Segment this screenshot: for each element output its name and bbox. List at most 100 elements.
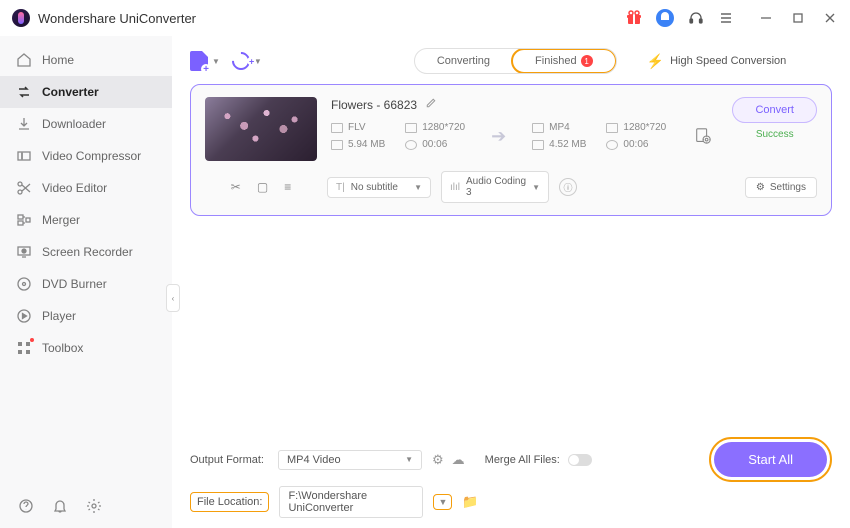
maximize-button[interactable]: [790, 10, 806, 26]
trim-icon[interactable]: ✂: [231, 180, 241, 194]
src-size: 5.94 MB: [331, 139, 385, 150]
nav-editor[interactable]: Video Editor: [0, 172, 172, 204]
app-title: Wondershare UniConverter: [38, 11, 196, 26]
location-dropdown-button[interactable]: ▼: [433, 494, 452, 510]
clock-icon: [606, 140, 618, 150]
high-speed-toggle[interactable]: ⚡High Speed Conversion: [647, 53, 787, 70]
bolt-icon: ⚡: [647, 53, 664, 70]
format-icon: [532, 123, 544, 133]
info-icon[interactable]: ⓘ: [559, 178, 577, 196]
src-duration: 00:06: [405, 139, 465, 150]
nav-label: Merger: [42, 213, 80, 227]
nav-label: Downloader: [42, 117, 106, 131]
chevron-down-icon: ▼: [212, 57, 220, 66]
tab-converting[interactable]: Converting: [415, 49, 512, 73]
status-text: Success: [756, 129, 794, 140]
size-icon: [331, 140, 343, 150]
video-thumbnail[interactable]: [205, 97, 317, 161]
file-name: Flowers - 66823: [331, 98, 417, 112]
output-format-label: Output Format:: [190, 454, 268, 466]
nav-label: Toolbox: [42, 341, 83, 355]
app-logo-icon: [12, 9, 30, 27]
dst-size: 4.52 MB: [532, 139, 586, 150]
nav-player[interactable]: Player: [0, 300, 172, 332]
nav-label: Video Compressor: [42, 149, 141, 163]
more-icon[interactable]: ≡: [284, 180, 291, 194]
nav-label: Video Editor: [42, 181, 107, 195]
settings-icon[interactable]: [86, 498, 102, 514]
merge-toggle[interactable]: [568, 454, 592, 466]
cloud-icon[interactable]: ☁: [452, 452, 465, 468]
convert-button[interactable]: Convert: [732, 97, 817, 123]
close-button[interactable]: [822, 10, 838, 26]
nav-recorder[interactable]: Screen Recorder: [0, 236, 172, 268]
format-icon: [331, 123, 343, 133]
record-icon: [16, 244, 32, 260]
nav-toolbox[interactable]: Toolbox: [0, 332, 172, 364]
nav-dvd[interactable]: DVD Burner: [0, 268, 172, 300]
merge-icon: [16, 212, 32, 228]
start-all-button[interactable]: Start All: [714, 442, 827, 477]
clock-icon: [405, 140, 417, 150]
dst-duration: 00:06: [606, 139, 666, 150]
file-location-input[interactable]: F:\Wondershare UniConverter: [279, 486, 423, 518]
res-icon: [606, 123, 618, 133]
scissors-icon: [16, 180, 32, 196]
nav-label: DVD Burner: [42, 277, 107, 291]
home-icon: [16, 52, 32, 68]
add-file-button[interactable]: ▼: [190, 51, 220, 71]
output-config-icon[interactable]: [694, 127, 712, 145]
support-icon[interactable]: [688, 10, 704, 26]
size-icon: [532, 140, 544, 150]
add-file-icon: [190, 51, 208, 71]
add-url-icon: [228, 48, 253, 73]
edit-name-icon[interactable]: [425, 97, 437, 112]
grid-icon: [16, 340, 32, 356]
file-title-row: Flowers - 66823: [331, 97, 718, 112]
nav-label: Home: [42, 53, 74, 67]
main-panel: ▼ ▼ Converting Finished1 ⚡High Speed Con…: [172, 36, 850, 528]
dst-resolution: 1280*720: [606, 122, 666, 133]
res-icon: [405, 123, 417, 133]
minimize-button[interactable]: [758, 10, 774, 26]
crop-icon[interactable]: ▢: [257, 180, 268, 194]
titlebar: Wondershare UniConverter: [0, 0, 850, 36]
nav-downloader[interactable]: Downloader: [0, 108, 172, 140]
finished-count-badge: 1: [581, 55, 593, 67]
nav-label: Player: [42, 309, 76, 323]
menu-icon[interactable]: [718, 10, 734, 26]
notification-icon[interactable]: [52, 498, 68, 514]
nav-label: Converter: [42, 85, 99, 99]
nav-home[interactable]: Home: [0, 44, 172, 76]
add-url-button[interactable]: ▼: [232, 52, 262, 70]
collapse-sidebar-button[interactable]: ‹: [166, 284, 180, 312]
dvd-icon: [16, 276, 32, 292]
converter-icon: [16, 84, 32, 100]
arrow-icon: ➔: [491, 126, 506, 147]
gear-icon: ⚙: [756, 182, 765, 193]
download-icon: [16, 116, 32, 132]
gift-icon[interactable]: [626, 10, 642, 26]
subtitle-dropdown[interactable]: T|No subtitle▼: [327, 177, 431, 198]
nav-compressor[interactable]: Video Compressor: [0, 140, 172, 172]
tab-finished[interactable]: Finished1: [511, 48, 617, 74]
file-location-label: File Location:: [190, 492, 269, 512]
src-format: FLV: [331, 122, 385, 133]
merge-label: Merge All Files:: [485, 454, 560, 466]
src-resolution: 1280*720: [405, 122, 465, 133]
help-icon[interactable]: [18, 498, 34, 514]
play-icon: [16, 308, 32, 324]
nav-label: Screen Recorder: [42, 245, 133, 259]
task-card: Flowers - 66823 FLV 5.94 MB 1280*720 00:…: [190, 84, 832, 216]
gpu-icon[interactable]: ⚙: [432, 452, 444, 468]
nav-merger[interactable]: Merger: [0, 204, 172, 236]
open-folder-icon[interactable]: 📁: [462, 494, 478, 510]
compress-icon: [16, 148, 32, 164]
task-settings-button[interactable]: ⚙Settings: [745, 177, 817, 198]
output-format-dropdown[interactable]: MP4 Video▼: [278, 450, 422, 470]
dst-format: MP4: [532, 122, 586, 133]
account-icon[interactable]: [656, 9, 674, 27]
audio-dropdown[interactable]: ılılAudio Coding 3▼: [441, 171, 549, 203]
nav-converter[interactable]: Converter: [0, 76, 172, 108]
sidebar: Home Converter Downloader Video Compress…: [0, 36, 172, 528]
